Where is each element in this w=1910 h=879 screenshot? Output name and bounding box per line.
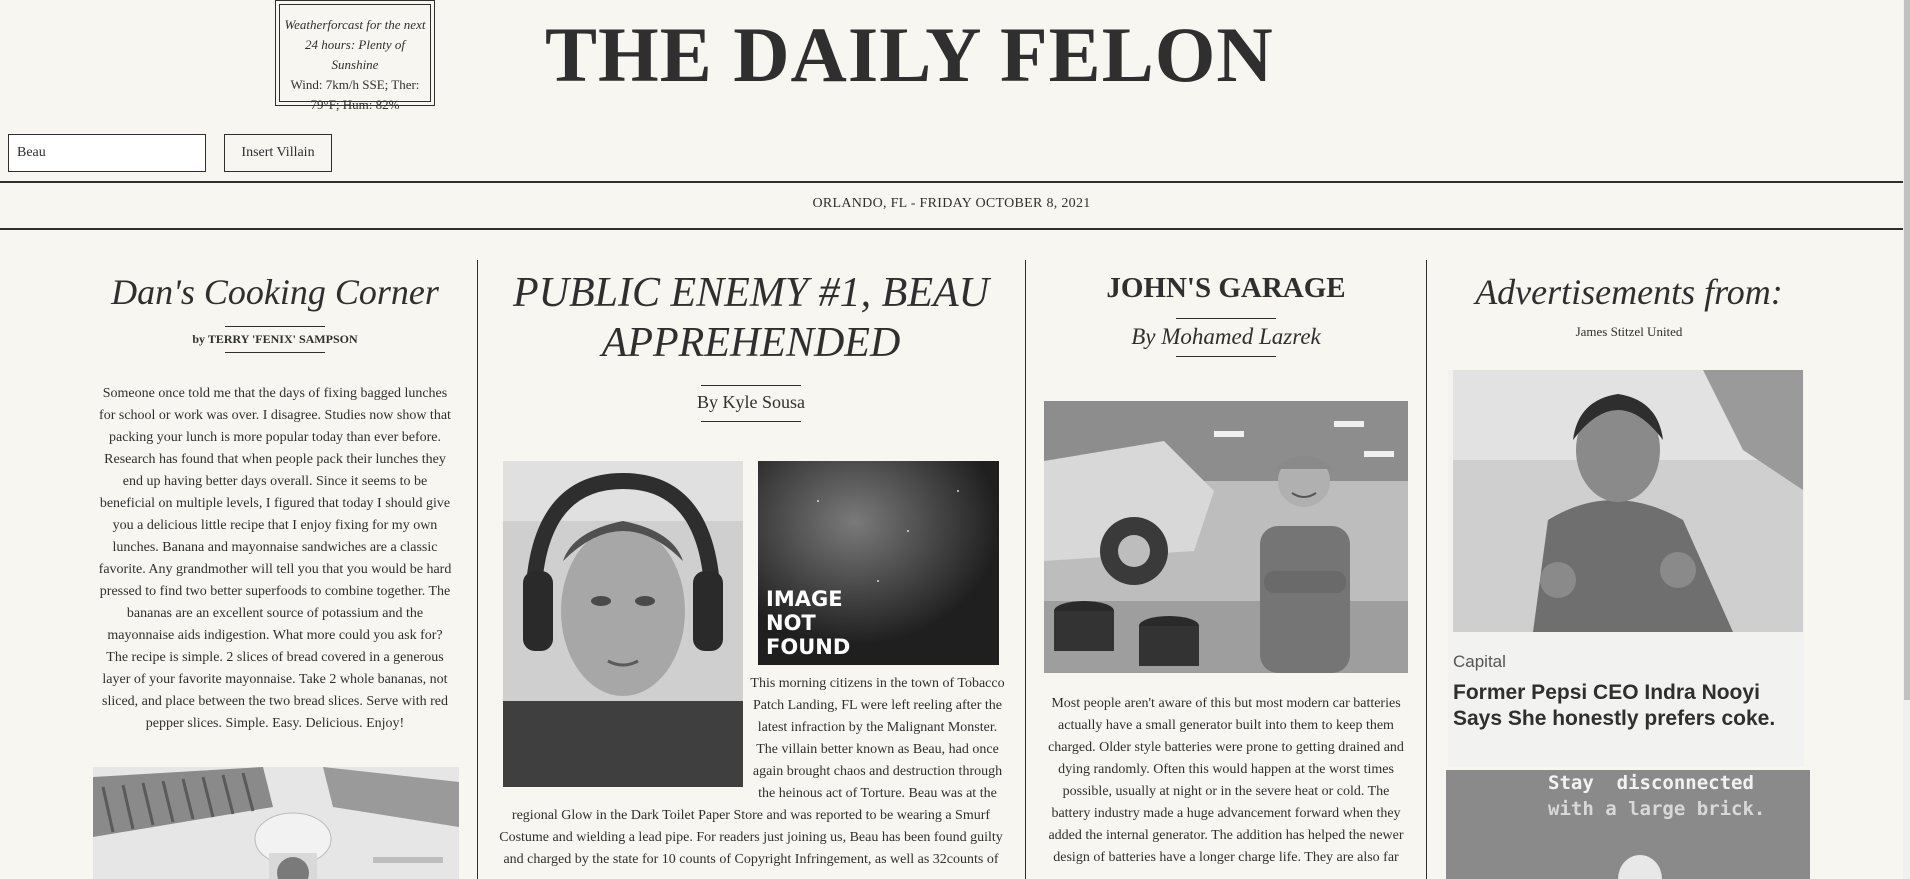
cooking-byline: by TERRY 'FENIX' SAMPSON <box>192 332 358 346</box>
column-divider <box>477 260 478 879</box>
main-article-right: This morning citizens in the town of Tob… <box>750 676 1005 801</box>
ad-card[interactable]: Capital Former Pepsi CEO Indra Nooyi Say… <box>1448 370 1804 767</box>
villain-name-input[interactable] <box>8 134 206 172</box>
ad-source: Capital <box>1453 652 1506 671</box>
insert-villain-button[interactable]: Insert Villain <box>224 134 332 172</box>
main-article-full: regional Glow in the Dark Toilet Paper S… <box>499 808 1003 867</box>
cooking-column: Dan's Cooking Corner by TERRY 'FENIX' SA… <box>90 268 460 735</box>
divider <box>225 352 325 353</box>
cooking-heading: Dan's Cooking Corner <box>111 272 439 312</box>
main-story-column: PUBLIC ENEMY #1, BEAU APPREHENDED By Kyl… <box>495 268 1007 422</box>
bottom-rule <box>0 228 1903 230</box>
divider <box>225 326 325 327</box>
weather-box: Weatherforcast for the next 24 hours: Pl… <box>275 0 435 112</box>
divider <box>1176 356 1276 357</box>
masthead-title: THE DAILY FELON <box>545 11 1274 98</box>
divider <box>701 421 801 422</box>
image-not-found-label: IMAGE NOT FOUND <box>766 587 851 659</box>
ads-heading: Advertisements from: <box>1475 272 1783 312</box>
main-headline: PUBLIC ENEMY #1, BEAU APPREHENDED <box>513 270 989 366</box>
divider <box>701 385 801 386</box>
main-byline: By Kyle Sousa <box>697 392 805 412</box>
ads-column: Advertisements from: James Stitzel Unite… <box>1444 268 1814 340</box>
ads-sponsor: James Stitzel United <box>1575 324 1683 339</box>
column-divider <box>1025 260 1026 879</box>
villain-photo <box>503 461 743 787</box>
ad-brick-phone[interactable]: Stay disconnected with a large brick. <box>1446 770 1810 879</box>
weather-forecast: Weatherforcast for the next 24 hours: Pl… <box>284 17 426 72</box>
chef-photo <box>93 767 459 879</box>
garage-column: JOHN'S GARAGE By Mohamed Lazrek <box>1043 268 1409 357</box>
garage-article: Most people aren't aware of this but mos… <box>1048 696 1404 865</box>
weather-conditions: Wind: 7km/h SSE; Ther: 79°F; Hum: 82% <box>290 77 420 112</box>
top-rule <box>0 181 1903 183</box>
image-not-found: IMAGE NOT FOUND <box>758 461 999 665</box>
ad-photo <box>1453 370 1803 632</box>
dateline: ORLANDO, FL - FRIDAY OCTOBER 8, 2021 <box>812 196 1091 211</box>
column-divider <box>1426 260 1427 879</box>
cooking-article: Someone once told me that the days of fi… <box>98 386 452 731</box>
ad-headline[interactable]: Former Pepsi CEO Indra Nooyi Says She ho… <box>1453 680 1798 732</box>
mechanic-photo <box>1044 401 1408 673</box>
divider <box>1176 318 1276 319</box>
garage-heading: JOHN'S GARAGE <box>1106 272 1346 304</box>
scrollbar-thumb[interactable] <box>1904 0 1910 700</box>
garage-byline: By Mohamed Lazrek <box>1131 324 1321 349</box>
